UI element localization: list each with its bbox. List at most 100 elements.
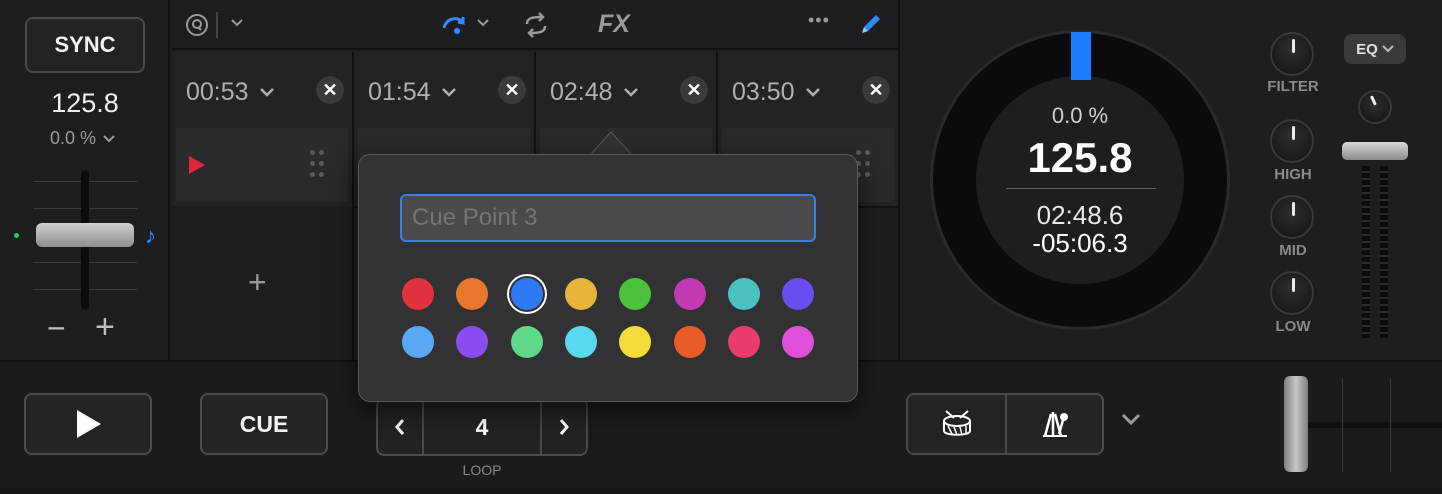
cue-marker-icon — [186, 154, 208, 176]
cue-time-label: 00:53 — [186, 78, 249, 106]
chevron-down-icon — [1382, 45, 1394, 53]
bottom-edge — [0, 488, 1442, 494]
toolbar-separator — [216, 12, 218, 38]
popover-arrow — [590, 131, 632, 155]
crossfader-tick — [1390, 378, 1391, 472]
mid-knob[interactable] — [1270, 195, 1314, 239]
close-icon[interactable]: ✕ — [498, 76, 526, 104]
loop-control: 4 — [376, 398, 588, 456]
color-swatch[interactable] — [673, 278, 706, 310]
color-swatch[interactable] — [727, 326, 760, 358]
eq-label: EQ — [1356, 40, 1378, 58]
add-cue-pad[interactable]: + — [172, 206, 352, 360]
more-icon[interactable]: ••• — [808, 10, 830, 31]
add-cue-button[interactable]: + — [248, 264, 267, 301]
pitch-plus-button[interactable]: + — [95, 308, 115, 347]
cue-time-label: 01:54 — [368, 78, 431, 106]
pad-mode-group — [906, 393, 1104, 455]
loop-label: LOOP — [462, 462, 502, 478]
drag-handle-icon[interactable] — [856, 150, 872, 178]
color-swatch[interactable] — [782, 278, 815, 310]
color-swatch[interactable] — [564, 326, 597, 358]
chevron-down-icon[interactable] — [1120, 412, 1142, 426]
chevron-down-icon — [805, 87, 820, 97]
pane-divider — [898, 0, 900, 360]
cue-time-label: 02:48 — [550, 78, 613, 106]
color-swatch[interactable] — [564, 278, 597, 310]
color-swatch[interactable] — [510, 278, 543, 310]
play-icon — [77, 410, 101, 438]
edit-pencil-icon[interactable] — [858, 11, 884, 37]
platter-divider — [1006, 188, 1156, 189]
pitch-value: 0.0 % — [50, 128, 97, 148]
instruments-button[interactable] — [1007, 395, 1102, 453]
color-swatch[interactable] — [619, 278, 652, 310]
loop-length[interactable]: 4 — [424, 400, 540, 454]
deck-toolbar: FX ••• — [172, 0, 900, 50]
loop-decrease-button[interactable] — [378, 400, 424, 454]
sync-button[interactable]: SYNC — [25, 17, 145, 73]
level-meter-left — [1362, 166, 1370, 338]
chevron-down-icon[interactable] — [230, 18, 244, 28]
color-swatch[interactable] — [619, 326, 652, 358]
cue-time[interactable]: 00:53 — [186, 78, 275, 107]
cue-time-label: 03:50 — [732, 78, 795, 106]
slip-mode-icon[interactable] — [440, 12, 468, 36]
cue-time[interactable]: 01:54 — [368, 78, 457, 107]
loop-increase-button[interactable] — [540, 400, 586, 454]
instruments-icon — [1042, 412, 1068, 437]
drum-button[interactable] — [908, 395, 1005, 453]
cue-button[interactable]: CUE — [200, 393, 328, 455]
chevron-down-icon — [441, 87, 456, 97]
color-swatch[interactable] — [673, 326, 706, 358]
bpm-readout: 125.8 — [51, 88, 119, 118]
chevron-down-icon[interactable] — [476, 18, 490, 28]
loop-arrows-icon[interactable] — [522, 12, 550, 38]
cue-edit-popover — [358, 154, 858, 402]
volume-fader-handle[interactable] — [1342, 142, 1408, 160]
play-button[interactable] — [24, 393, 152, 455]
color-swatch[interactable] — [402, 278, 434, 310]
level-meter-right — [1380, 166, 1388, 338]
eq-dropdown[interactable]: EQ — [1344, 34, 1406, 64]
platter-bpm: 125.8 — [1027, 134, 1133, 181]
low-knob[interactable] — [1270, 271, 1314, 315]
pitch-minus-button[interactable]: − — [47, 310, 66, 347]
low-label: LOW — [1275, 318, 1311, 335]
cue-pad-1[interactable]: 00:53 ✕ — [172, 52, 352, 206]
center-indicator — [14, 233, 19, 238]
chevron-down-icon — [102, 134, 116, 144]
close-icon[interactable]: ✕ — [862, 76, 890, 104]
crossfader-handle[interactable] — [1284, 376, 1308, 472]
cue-name-input[interactable] — [400, 194, 816, 242]
color-swatch[interactable] — [402, 326, 434, 358]
gain-knob[interactable] — [1358, 90, 1392, 124]
cue-pad-body[interactable] — [176, 128, 348, 202]
chevron-left-icon — [395, 419, 405, 435]
chevron-down-icon — [259, 87, 274, 97]
filter-knob[interactable] — [1270, 32, 1314, 76]
chevron-right-icon — [559, 419, 569, 435]
crossfader-tick — [1342, 378, 1343, 472]
filter-label: FILTER — [1267, 78, 1319, 95]
mid-label: MID — [1279, 242, 1307, 259]
close-icon[interactable]: ✕ — [680, 76, 708, 104]
fx-button[interactable]: FX — [598, 10, 630, 39]
cue-time[interactable]: 03:50 — [732, 78, 821, 107]
close-icon[interactable]: ✕ — [316, 76, 344, 104]
elapsed-time: 02:48.6 — [1036, 200, 1124, 230]
color-swatch[interactable] — [510, 326, 543, 358]
high-knob[interactable] — [1270, 119, 1314, 163]
high-label: HIGH — [1274, 166, 1312, 183]
pitch-dropdown[interactable]: 0.0 % — [50, 128, 140, 149]
platter-pitch: 0.0 % — [1051, 103, 1109, 128]
drag-handle-icon[interactable] — [310, 150, 326, 178]
drum-icon — [942, 410, 971, 436]
crossfader-track[interactable] — [1300, 422, 1442, 428]
quantize-icon[interactable] — [184, 12, 210, 38]
key-lock-icon[interactable]: ♪ — [145, 223, 156, 249]
pitch-fader-handle[interactable] — [36, 223, 134, 247]
color-swatch[interactable] — [727, 278, 760, 310]
color-swatch[interactable] — [782, 326, 815, 358]
cue-time[interactable]: 02:48 — [550, 78, 639, 107]
